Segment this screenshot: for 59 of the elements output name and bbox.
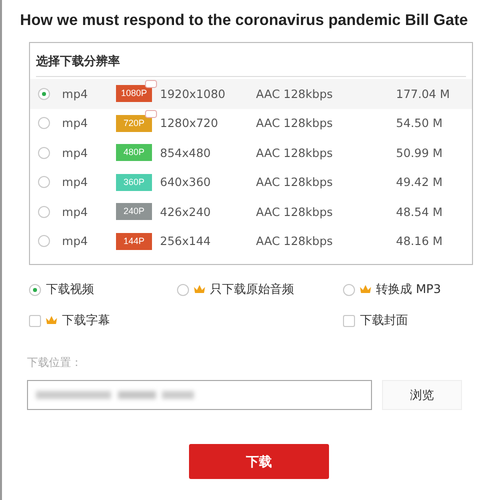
resolution-row[interactable]: mp4 240P 426x240 AAC 128kbps 48.54 M [30,197,472,226]
resolution-text: 1920x1080 [160,86,226,101]
size-text: 48.54 M [396,204,444,219]
resolution-row[interactable]: mp4 720P 1280x720 AAC 128kbps 54.50 M [30,108,472,138]
radio-button[interactable] [38,176,50,188]
panel-heading: 选择下载分辨率 [35,53,121,70]
audio-text: AAC 128kbps [256,175,334,190]
audio-text: AAC 128kbps [256,234,334,248]
location-label: 下载位置： [27,355,83,370]
option-label: 只下载原始音频 [210,281,294,298]
quality-badge: 480P [116,144,152,162]
quality-badge: 360P [116,174,152,191]
size-text: 54.50 M [396,116,444,130]
resolution-row[interactable]: mp4 480P 854x480 AAC 128kbps 50.99 M [30,138,472,168]
format-text: mp4 [62,234,89,248]
resolution-row[interactable]: mp4 144P 256x144 AAC 128kbps 48.16 M [30,226,472,256]
browse-button[interactable]: 浏览 [382,380,462,410]
download-button[interactable]: 下载 [189,444,329,479]
audio-text: AAC 128kbps [256,116,334,130]
radio-button[interactable] [38,206,50,218]
path-field[interactable] [27,380,372,410]
resolution-text: 1280x720 [160,116,220,130]
format-text: mp4 [62,86,89,101]
option-label: 转换成 MP3 [376,281,442,298]
video-title: How we must respond to the coronavirus pandemic Bill Gate [20,12,469,30]
resolution-text: 256x144 [160,234,212,248]
size-text: 49.42 M [396,175,444,190]
audio-text: AAC 128kbps [256,86,334,101]
resolution-text: 854x480 [160,146,212,160]
option-label: 下载视频 [46,281,94,298]
format-text: mp4 [62,116,89,130]
radio-button[interactable] [177,284,189,296]
option-label: 下载封面 [360,312,408,329]
size-text: 50.99 M [396,146,444,160]
checkbox[interactable] [343,314,355,326]
size-text: 177.04 M [396,86,451,101]
audio-text: AAC 128kbps [256,146,334,160]
resolution-row[interactable]: mp4 1080P 1920x1080 AAC 128kbps 177.04 M [30,79,472,108]
format-text: mp4 [62,146,89,160]
quality-badge: 720P [116,114,152,132]
radio-button[interactable] [38,235,50,248]
quality-badge: 144P [116,232,152,250]
radio-button[interactable] [38,146,50,159]
radio-button[interactable] [343,284,355,296]
radio-button[interactable] [29,284,41,296]
audio-text: AAC 128kbps [256,204,334,219]
resolution-text: 640x360 [160,175,212,190]
size-text: 48.16 M [396,234,444,248]
radio-button[interactable] [38,88,50,100]
blurred-path-icon [36,390,194,400]
option-label: 下载字幕 [62,312,110,329]
checkbox[interactable] [29,314,41,326]
radio-button[interactable] [38,117,50,130]
resolution-row[interactable]: mp4 360P 640x360 AAC 128kbps 49.42 M [30,168,472,197]
quality-badge: 1080P [116,85,152,102]
resolution-text: 426x240 [160,204,212,219]
quality-badge: 240P [116,203,152,220]
format-text: mp4 [62,204,89,219]
format-text: mp4 [62,175,89,190]
